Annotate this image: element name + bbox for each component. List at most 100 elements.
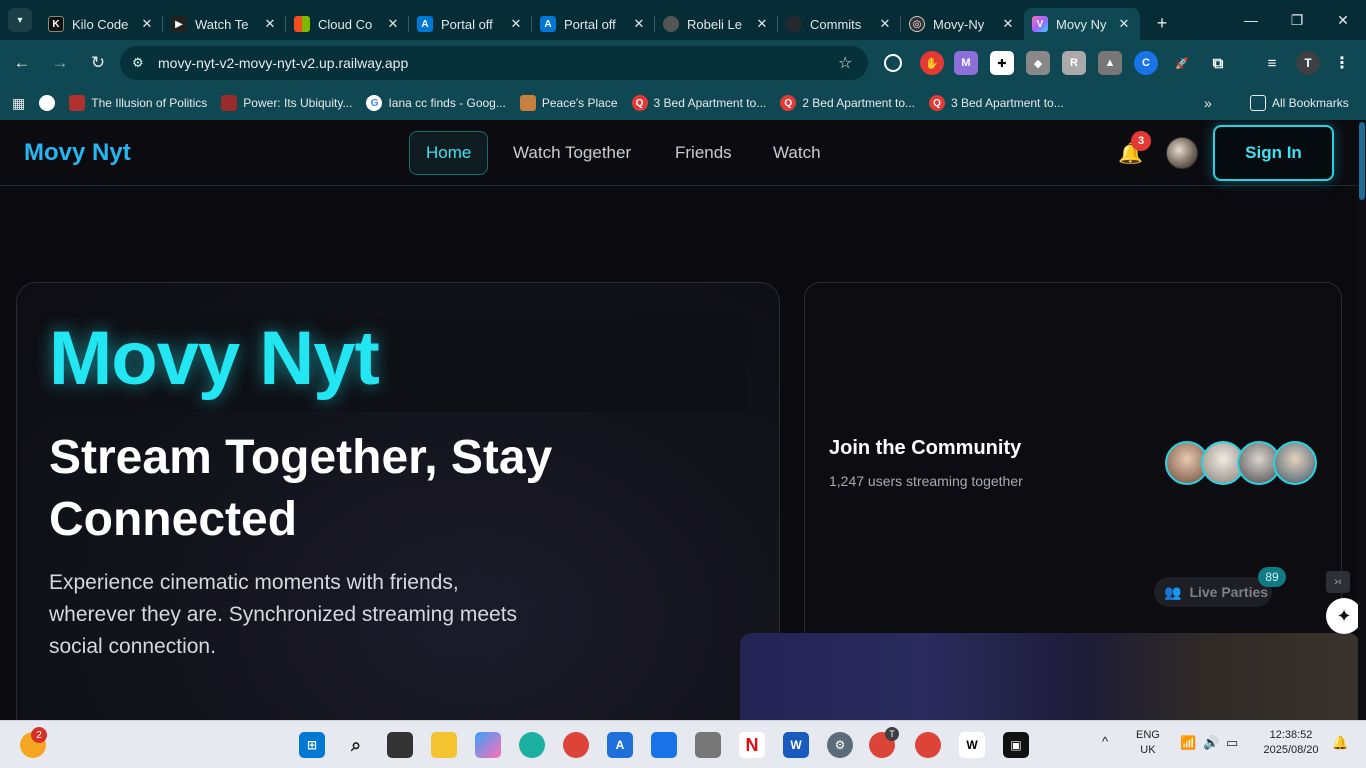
close-icon[interactable]: ✕ (385, 16, 401, 32)
file-explorer-icon[interactable] (431, 732, 457, 758)
azure-data-studio-icon[interactable]: A (607, 732, 633, 758)
browser-tab[interactable]: ◎ Movy-Ny ✕ (901, 8, 1024, 40)
settings-icon[interactable]: ⚙ (827, 732, 853, 758)
collapse-icon[interactable]: ›‹ (1326, 571, 1350, 593)
site-logo[interactable]: Movy Nyt (24, 139, 131, 167)
nav-home[interactable]: Home (409, 131, 489, 175)
tab-search-button[interactable]: ▾ (8, 8, 32, 32)
minimize-button[interactable]: — (1228, 0, 1274, 40)
close-icon[interactable]: ✕ (508, 16, 524, 32)
browser-toolbar: ← → ↻ ⚙ movy-nyt-v2-movy-nyt-v2.up.railw… (0, 40, 1366, 86)
chevron-right-icon[interactable]: » (1204, 95, 1212, 111)
nav-watch[interactable]: Watch (757, 131, 837, 175)
bookmark-item[interactable]: Q 3 Bed Apartment to... (631, 95, 766, 111)
browser-tab[interactable]: Cloud Co ✕ (286, 8, 409, 40)
close-icon[interactable]: ✕ (877, 16, 893, 32)
nav-friends[interactable]: Friends (659, 131, 748, 175)
browser-tab[interactable]: Commits ✕ (778, 8, 901, 40)
tab-title: Robeli Le (687, 16, 742, 32)
notification-center-icon[interactable]: 🔔 (1332, 735, 1348, 750)
video-preview[interactable] (740, 633, 1360, 720)
extensions-puzzle-icon[interactable]: ⧉ (1206, 51, 1230, 75)
windows-taskbar (0, 720, 1366, 768)
chrome-icon[interactable] (915, 732, 941, 758)
battery-icon[interactable]: ▭ (1226, 735, 1238, 750)
new-tab-button[interactable]: + (1148, 9, 1176, 37)
live-parties-button[interactable]: 👥 Live Parties (1154, 577, 1272, 607)
start-windows-icon[interactable]: ⊞ (299, 732, 325, 758)
browser-tab[interactable]: ▶ Watch Te ✕ (163, 8, 286, 40)
bookmark-label: 2 Bed Apartment to... (802, 96, 915, 110)
microsoft-icon (294, 16, 310, 32)
reload-button[interactable]: ↻ (82, 47, 114, 79)
tab-title: Movy-Ny (933, 16, 985, 32)
all-bookmarks-label: All Bookmarks (1272, 96, 1349, 110)
restore-button[interactable]: ❐ (1274, 0, 1320, 40)
bookmark-item[interactable]: The Illusion of Politics (69, 95, 207, 111)
globe-icon[interactable] (39, 95, 56, 111)
address-bar[interactable]: ⚙ movy-nyt-v2-movy-nyt-v2.up.railway.app… (120, 46, 868, 80)
search-icon[interactable]: ⌕ (343, 732, 369, 758)
bookmark-item[interactable]: Power: Its Ubiquity... (221, 95, 352, 111)
all-bookmarks[interactable]: All Bookmarks (1250, 95, 1349, 111)
site-info-icon[interactable]: ⚙ (132, 55, 152, 71)
game-icon[interactable]: ✚ (990, 51, 1014, 75)
bookmark-item[interactable]: G Iana cc finds - Goog... (366, 95, 506, 111)
close-icon[interactable]: ✕ (754, 16, 770, 32)
url-text[interactable]: movy-nyt-v2-movy-nyt-v2.up.railway.app (158, 55, 838, 71)
close-window-button[interactable]: ✕ (1320, 0, 1366, 40)
user-avatar[interactable] (1166, 137, 1198, 169)
page-scrollbar[interactable] (1358, 120, 1366, 720)
bookmark-item[interactable]: Q 2 Bed Apartment to... (780, 95, 915, 111)
hero-subtitle: Stream Together, Stay Connected (49, 431, 553, 546)
community-avatar[interactable] (1273, 441, 1317, 485)
apps-grid-icon[interactable]: ▦ (12, 95, 25, 112)
scrollbar-thumb[interactable] (1359, 122, 1365, 200)
netflix-icon[interactable]: N (739, 732, 765, 758)
bookmark-item[interactable]: Peace's Place (519, 95, 618, 111)
browser-tab-active[interactable]: V Movy Ny ✕ (1024, 8, 1140, 40)
browser-tab[interactable]: A Portal off ✕ (532, 8, 655, 40)
sign-in-button[interactable]: Sign In (1213, 125, 1334, 181)
back-button[interactable]: ← (6, 47, 38, 79)
chrome-icon[interactable] (563, 732, 589, 758)
app-w-icon[interactable]: W (959, 732, 985, 758)
app-icon[interactable]: ▣ (1003, 732, 1029, 758)
close-icon[interactable]: ✕ (1000, 16, 1016, 32)
rocket-icon[interactable]: 🚀 (1170, 51, 1194, 75)
extension-icon[interactable]: C (1134, 51, 1158, 75)
task-view-icon[interactable] (387, 732, 413, 758)
extension-icon[interactable]: ▲ (1098, 51, 1122, 75)
close-icon[interactable]: ✕ (1116, 16, 1132, 32)
adblock-icon[interactable]: ✋ (920, 51, 944, 75)
wifi-icon[interactable]: 📶 (1180, 735, 1196, 750)
browser-tab[interactable]: Robeli Le ✕ (655, 8, 778, 40)
profile-avatar[interactable]: T (1296, 51, 1320, 75)
forward-button[interactable]: → (44, 47, 76, 79)
volume-icon[interactable]: 🔊 (1203, 735, 1219, 750)
calculator-icon[interactable] (695, 732, 721, 758)
grammarly-icon[interactable] (884, 54, 902, 72)
bookmark-star-icon[interactable]: ☆ (838, 53, 868, 73)
media-control-icon[interactable]: ≡ (1260, 51, 1284, 75)
tray-chevron-icon[interactable]: ^ (1102, 734, 1108, 749)
movy-v-icon: V (1032, 16, 1048, 32)
close-icon[interactable]: ✕ (262, 16, 278, 32)
store-icon[interactable] (651, 732, 677, 758)
close-icon[interactable]: ✕ (139, 16, 155, 32)
extension-icon[interactable]: M (954, 51, 978, 75)
copilot-icon[interactable] (475, 732, 501, 758)
close-icon[interactable]: ✕ (631, 16, 647, 32)
clock[interactable]: 12:38:52 2025/08/20 (1258, 728, 1324, 758)
extension-icon[interactable]: ◆ (1026, 51, 1050, 75)
word-icon[interactable]: W (783, 732, 809, 758)
browser-tab[interactable]: K Kilo Code ✕ (40, 8, 163, 40)
nav-watch-together[interactable]: Watch Together (497, 131, 647, 175)
bookmark-item[interactable]: Q 3 Bed Apartment to... (929, 95, 1064, 111)
edge-icon[interactable] (519, 732, 545, 758)
menu-kebab-icon[interactable]: ⋮ (1330, 51, 1354, 75)
browser-tab[interactable]: A Portal off ✕ (409, 8, 532, 40)
language-indicator[interactable]: ENG UK (1136, 728, 1160, 758)
extension-icon[interactable]: R (1062, 51, 1086, 75)
sparkle-icon[interactable]: ✦ (1326, 598, 1362, 634)
